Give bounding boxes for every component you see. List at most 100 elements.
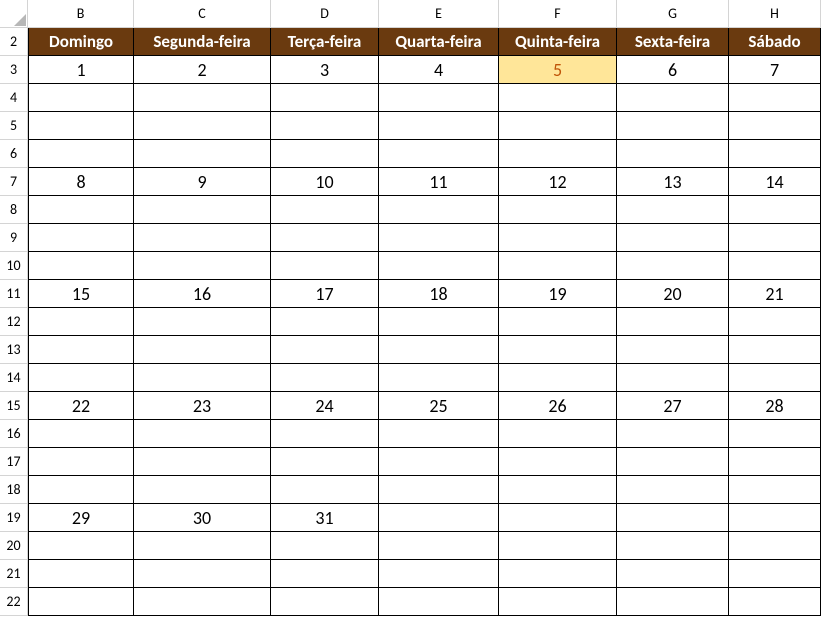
calendar-cell[interactable]: 10 [271,168,379,196]
calendar-cell[interactable]: 6 [617,56,729,84]
calendar-cell[interactable] [729,364,821,392]
calendar-cell[interactable] [28,252,134,280]
column-header[interactable]: C [134,0,271,28]
calendar-cell[interactable] [134,532,271,560]
calendar-cell[interactable]: 13 [617,168,729,196]
day-header-cell[interactable]: Domingo [28,28,134,56]
calendar-cell[interactable] [28,420,134,448]
calendar-cell[interactable] [271,84,379,112]
calendar-cell[interactable] [134,448,271,476]
calendar-cell[interactable] [617,532,729,560]
calendar-cell[interactable] [729,308,821,336]
calendar-cell[interactable]: 8 [28,168,134,196]
calendar-cell[interactable] [271,448,379,476]
calendar-cell[interactable]: 30 [134,504,271,532]
calendar-cell[interactable] [271,196,379,224]
row-header[interactable]: 7 [0,168,28,196]
calendar-cell[interactable] [134,588,271,616]
calendar-cell[interactable] [617,140,729,168]
calendar-cell[interactable] [729,336,821,364]
calendar-cell[interactable]: 23 [134,392,271,420]
calendar-cell[interactable]: 20 [617,280,729,308]
calendar-cell[interactable] [617,420,729,448]
calendar-cell[interactable] [28,196,134,224]
calendar-cell[interactable] [729,196,821,224]
calendar-cell[interactable] [729,420,821,448]
calendar-cell[interactable]: 31 [271,504,379,532]
calendar-cell[interactable] [617,84,729,112]
calendar-cell[interactable] [617,588,729,616]
calendar-cell[interactable] [729,560,821,588]
calendar-cell[interactable] [729,476,821,504]
calendar-cell[interactable] [271,252,379,280]
calendar-cell[interactable] [499,532,617,560]
calendar-cell[interactable] [28,588,134,616]
row-header[interactable]: 20 [0,532,28,560]
calendar-cell[interactable] [499,420,617,448]
row-header[interactable]: 5 [0,112,28,140]
calendar-cell[interactable] [729,84,821,112]
calendar-cell[interactable]: 21 [729,280,821,308]
calendar-cell[interactable] [379,84,499,112]
calendar-cell[interactable] [379,140,499,168]
calendar-cell[interactable]: 2 [134,56,271,84]
row-header[interactable]: 2 [0,28,28,56]
row-header[interactable]: 14 [0,364,28,392]
calendar-cell[interactable]: 14 [729,168,821,196]
calendar-cell[interactable] [499,588,617,616]
calendar-cell[interactable] [499,224,617,252]
calendar-cell[interactable] [729,112,821,140]
calendar-cell[interactable] [134,140,271,168]
calendar-cell[interactable] [379,420,499,448]
calendar-cell[interactable] [499,476,617,504]
day-header-cell[interactable]: Segunda-feira [134,28,271,56]
column-header[interactable]: G [617,0,729,28]
calendar-cell[interactable] [729,252,821,280]
calendar-cell[interactable]: 27 [617,392,729,420]
calendar-cell[interactable]: 3 [271,56,379,84]
calendar-cell[interactable] [28,364,134,392]
calendar-cell[interactable] [28,448,134,476]
calendar-cell[interactable] [134,224,271,252]
calendar-cell[interactable] [499,504,617,532]
calendar-cell[interactable]: 9 [134,168,271,196]
calendar-cell[interactable] [271,588,379,616]
calendar-cell[interactable] [379,504,499,532]
calendar-cell[interactable]: 28 [729,392,821,420]
calendar-cell[interactable] [271,560,379,588]
select-all-corner[interactable] [0,0,28,28]
calendar-cell[interactable] [617,224,729,252]
row-header[interactable]: 21 [0,560,28,588]
calendar-cell[interactable] [729,224,821,252]
calendar-cell[interactable] [134,336,271,364]
calendar-cell[interactable] [729,504,821,532]
calendar-cell[interactable] [379,588,499,616]
calendar-cell[interactable] [499,84,617,112]
row-header[interactable]: 9 [0,224,28,252]
calendar-cell[interactable] [134,252,271,280]
calendar-cell[interactable] [28,308,134,336]
column-header[interactable]: H [729,0,821,28]
calendar-cell[interactable] [134,420,271,448]
calendar-cell[interactable] [271,532,379,560]
calendar-cell[interactable] [28,336,134,364]
calendar-cell[interactable] [379,476,499,504]
row-header[interactable]: 22 [0,588,28,616]
column-header[interactable]: D [271,0,379,28]
calendar-cell[interactable] [617,252,729,280]
calendar-cell[interactable] [271,224,379,252]
calendar-cell[interactable] [499,448,617,476]
calendar-cell[interactable] [379,308,499,336]
calendar-cell[interactable] [499,308,617,336]
calendar-cell[interactable] [134,112,271,140]
calendar-cell[interactable] [617,336,729,364]
row-header[interactable]: 18 [0,476,28,504]
calendar-cell[interactable] [617,448,729,476]
day-header-cell[interactable]: Quarta-feira [379,28,499,56]
calendar-cell[interactable] [617,112,729,140]
row-header[interactable]: 16 [0,420,28,448]
calendar-cell[interactable] [617,476,729,504]
calendar-cell[interactable] [729,448,821,476]
calendar-cell[interactable]: 7 [729,56,821,84]
calendar-cell[interactable] [28,560,134,588]
